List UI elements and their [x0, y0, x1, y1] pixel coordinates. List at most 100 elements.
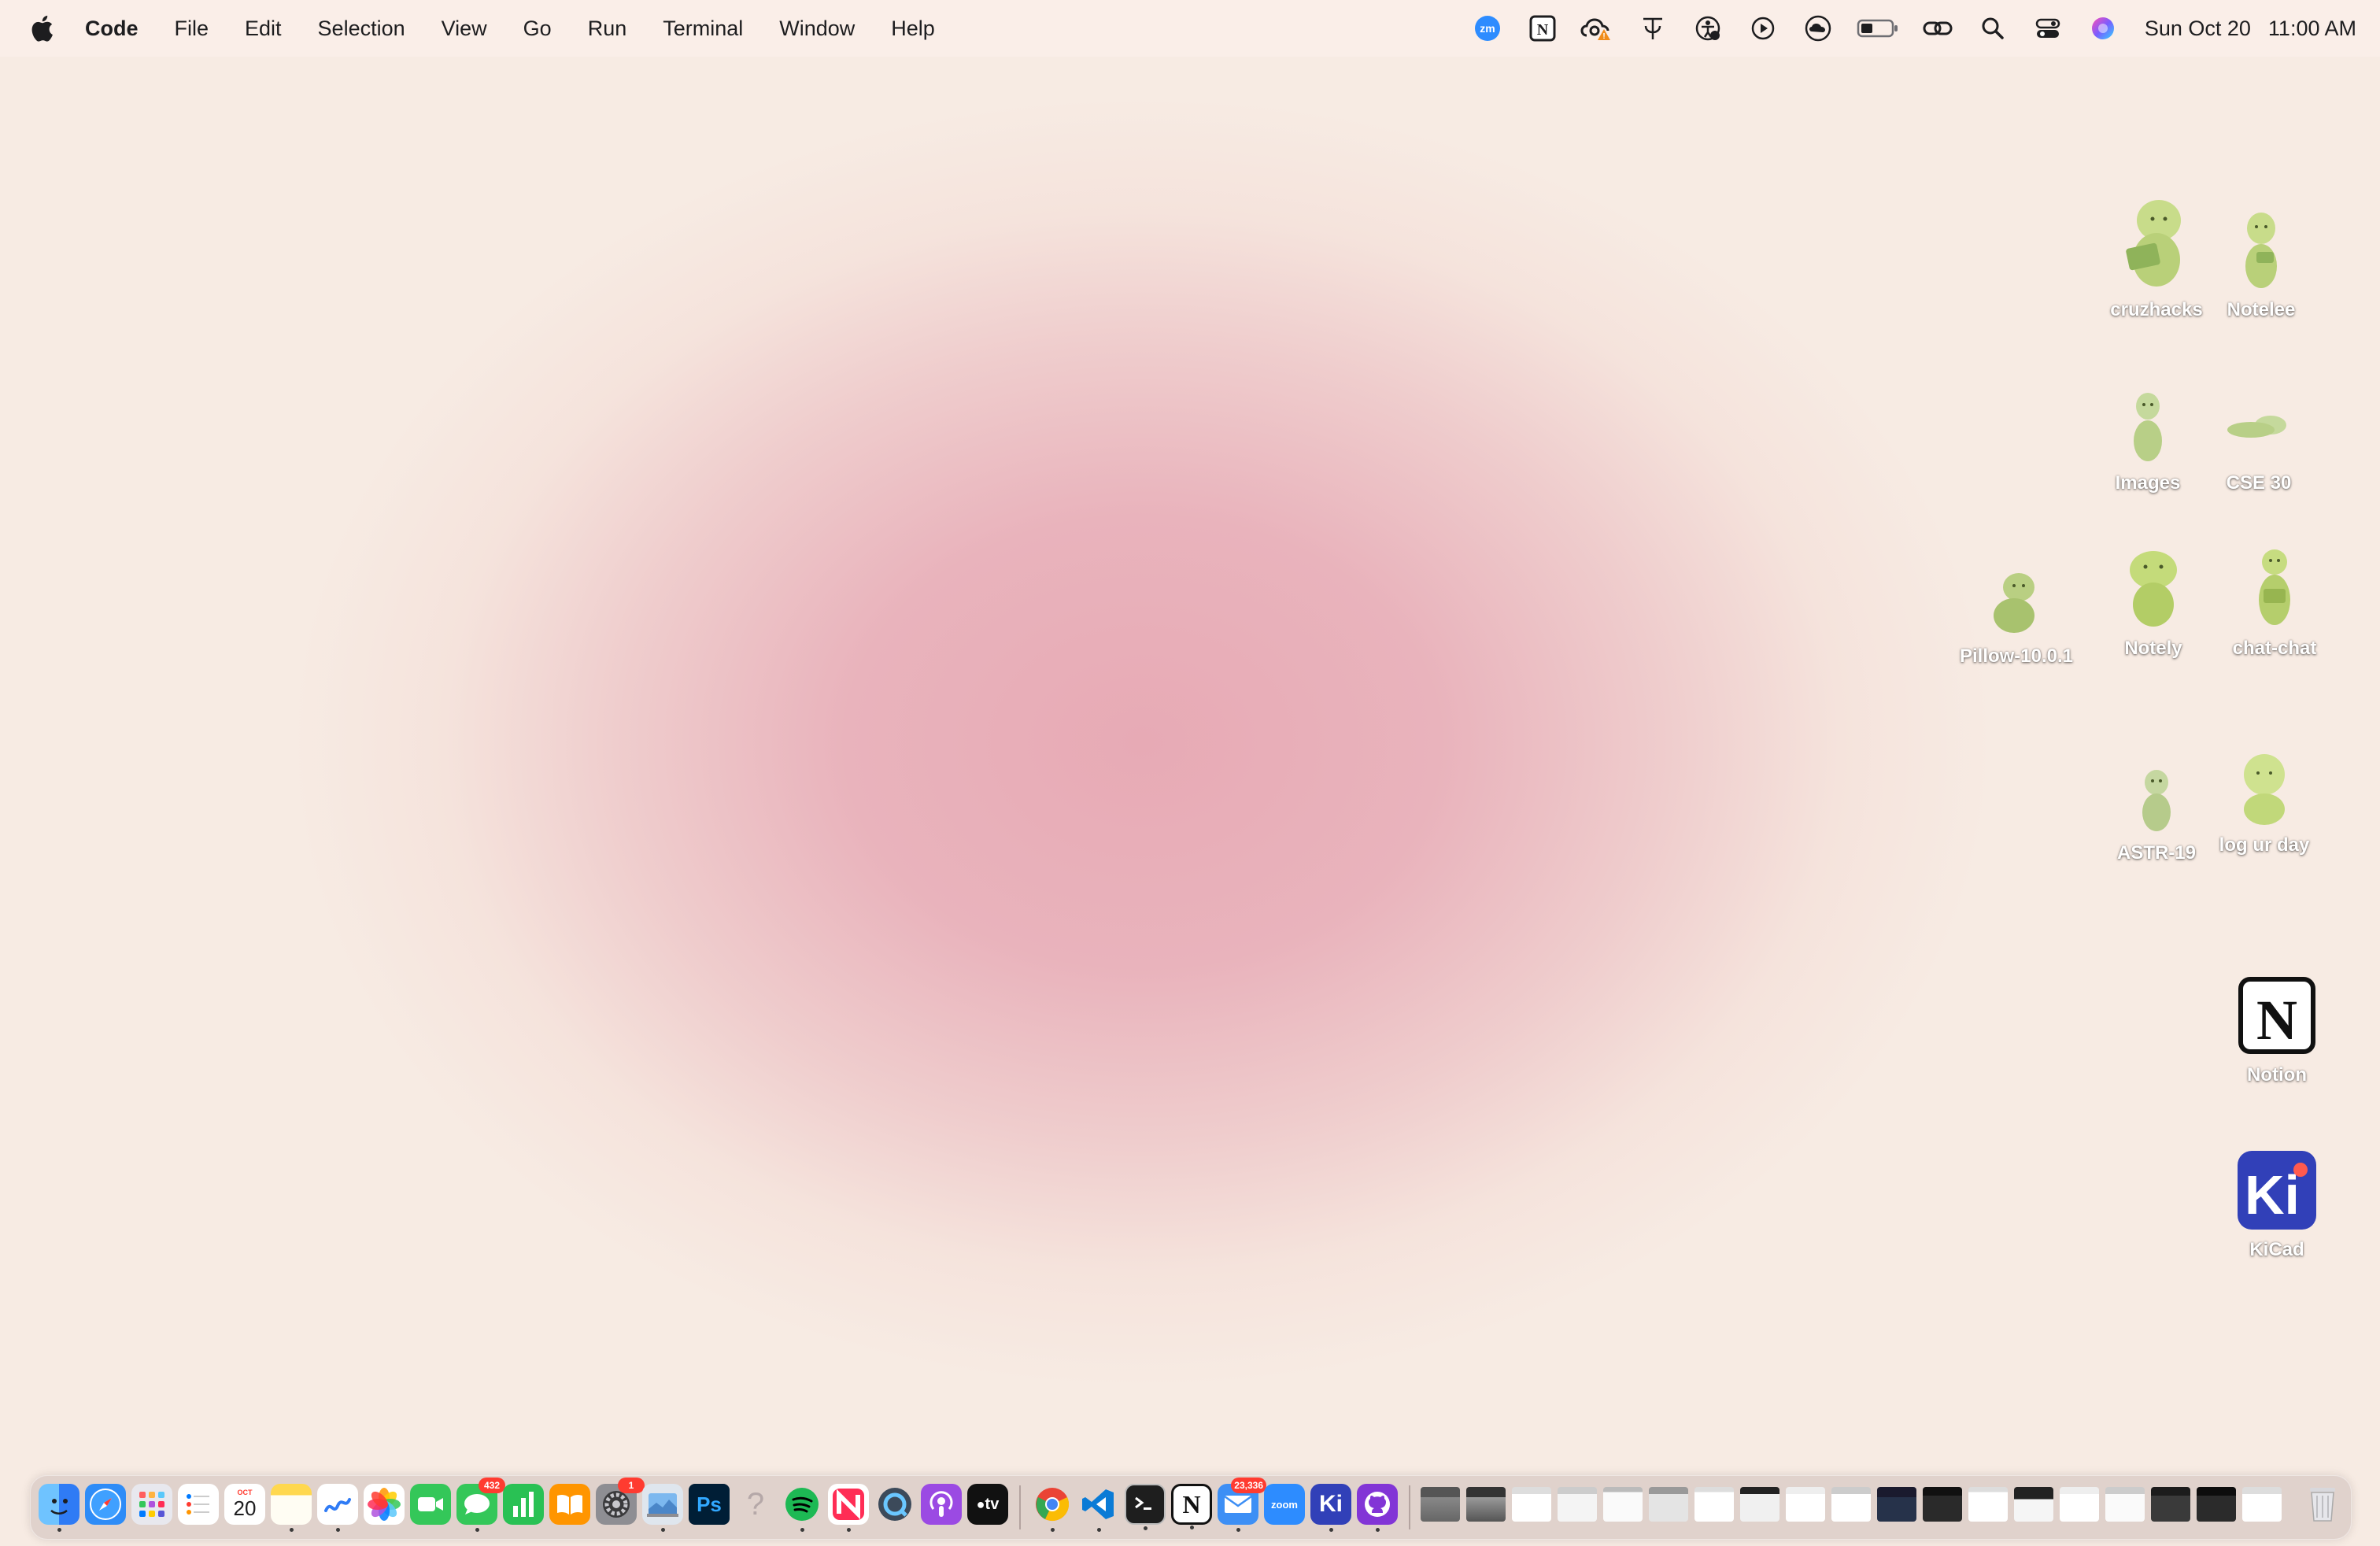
dock-podcasts-icon[interactable]	[921, 1484, 962, 1525]
dock-separator	[1409, 1485, 1410, 1529]
svg-text:zm: zm	[1480, 22, 1495, 35]
control-center-icon[interactable]	[2031, 11, 2065, 46]
desktop-folder-cse30[interactable]: CSE 30	[2196, 370, 2322, 494]
figurine-folder-icon	[2109, 197, 2204, 291]
desktop-icon-label: CSE 30	[2226, 472, 2292, 494]
menu-view[interactable]: View	[423, 0, 505, 57]
desktop-folder-log-ur-day[interactable]: log ur day	[2201, 732, 2327, 856]
figurine-folder-icon	[2212, 370, 2306, 464]
dock-minimized-window[interactable]	[2060, 1487, 2099, 1522]
zoom-icon[interactable]: zm	[1470, 11, 1505, 46]
dock-notion-icon[interactable]: N	[1171, 1484, 1212, 1529]
menu-app-name[interactable]: Code	[80, 0, 157, 57]
running-indicator	[57, 1528, 61, 1532]
menu-help[interactable]: Help	[873, 0, 953, 57]
dock-minimized-window[interactable]	[2105, 1487, 2145, 1522]
apple-menu-icon[interactable]	[28, 13, 55, 43]
cloud-icon[interactable]	[1801, 11, 1835, 46]
kicad-icon: Ki	[2230, 1137, 2324, 1231]
dock-photos-icon[interactable]	[364, 1484, 405, 1525]
menubar-time: 11:00 AM	[2267, 16, 2356, 40]
dock-minimized-window[interactable]	[1421, 1487, 1460, 1522]
play-icon[interactable]	[1746, 11, 1780, 46]
dock-minimized-window[interactable]	[1649, 1487, 1688, 1522]
dock-minimized-window[interactable]	[1694, 1487, 1734, 1522]
dock-calendar-icon[interactable]: OCT 20	[224, 1484, 265, 1525]
dock-notes-icon[interactable]	[271, 1484, 312, 1532]
desktop-folder-images[interactable]: Images	[2085, 370, 2211, 494]
dock-zoom-icon[interactable]: zoom	[1264, 1484, 1305, 1525]
desktop-app-kicad[interactable]: Ki KiCad	[2214, 1137, 2340, 1261]
dock-trash-icon[interactable]	[2302, 1484, 2343, 1525]
menu-terminal[interactable]: Terminal	[645, 0, 761, 57]
dock-vscode-icon[interactable]	[1078, 1484, 1119, 1532]
dock-mail-icon[interactable]: 23,336	[1218, 1478, 1266, 1532]
menu-file[interactable]: File	[157, 0, 227, 57]
desktop-icon-label: Images	[2115, 472, 2181, 494]
desktop-folder-notelee[interactable]: Notelee	[2198, 197, 2324, 321]
dock-minimized-window[interactable]	[1968, 1487, 2008, 1522]
mail-badge: 23,336	[1231, 1478, 1266, 1493]
link-icon[interactable]	[1920, 11, 1955, 46]
appletv-logo-icon: ●	[976, 1496, 985, 1512]
text-tool-icon[interactable]	[1635, 11, 1670, 46]
menu-selection[interactable]: Selection	[300, 0, 423, 57]
dock-help-icon[interactable]: ?	[735, 1484, 776, 1525]
dock-terminal-icon[interactable]	[1125, 1484, 1166, 1530]
desktop-folder-astr19[interactable]: ASTR-19	[2094, 740, 2219, 864]
accessibility-icon[interactable]	[1691, 11, 1725, 46]
desktop-icon-label: Pillow-10.0.1	[1959, 645, 2074, 667]
dock-minimized-window[interactable]	[1740, 1487, 1779, 1522]
menu-window[interactable]: Window	[761, 0, 873, 57]
dock-system-settings-icon[interactable]: 1	[596, 1478, 645, 1525]
dock-books-icon[interactable]	[549, 1484, 590, 1525]
dock-numbers-icon[interactable]	[503, 1484, 544, 1525]
calendar-day: 20	[233, 1496, 257, 1520]
menu-run[interactable]: Run	[570, 0, 645, 57]
dock-minimized-window[interactable]	[1877, 1487, 1916, 1522]
battery-icon[interactable]	[1856, 11, 1900, 46]
figurine-folder-icon	[2227, 535, 2322, 630]
status-area: zm N ! Sun Oct 20 11:00 AM	[1460, 0, 2356, 57]
dock-spotify-icon[interactable]	[782, 1484, 822, 1532]
dock-appletv-icon[interactable]: ● tv	[967, 1484, 1008, 1525]
dock-messages-icon[interactable]: 432	[456, 1478, 505, 1532]
dock-minimized-window[interactable]	[1466, 1487, 1506, 1522]
svg-text:N: N	[2256, 989, 2297, 1052]
dock-github-desktop-icon[interactable]	[1357, 1484, 1398, 1532]
search-icon[interactable]	[1975, 11, 2010, 46]
menu-go[interactable]: Go	[505, 0, 570, 57]
dock-finder-icon[interactable]	[39, 1484, 79, 1532]
menu-edit[interactable]: Edit	[227, 0, 300, 57]
creative-cloud-icon[interactable]: !	[1580, 11, 1615, 46]
siri-icon[interactable]	[2086, 11, 2120, 46]
desktop-folder-chat-chat[interactable]: chat-chat	[2212, 535, 2338, 660]
dock-minimized-window[interactable]	[1558, 1487, 1597, 1522]
dock-quicktime-icon[interactable]	[874, 1484, 915, 1525]
dock-minimized-window[interactable]	[1831, 1487, 1871, 1522]
menubar-clock[interactable]: Sun Oct 20 11:00 AM	[2145, 17, 2356, 41]
dock-kicad-icon[interactable]: Ki	[1310, 1484, 1351, 1532]
dock-minimized-window[interactable]	[1923, 1487, 1962, 1522]
dock-preview-icon[interactable]	[642, 1484, 683, 1532]
dock-safari-icon[interactable]	[85, 1484, 126, 1525]
dock-minimized-window[interactable]	[2197, 1487, 2236, 1522]
desktop-app-notion[interactable]: N Notion	[2214, 962, 2340, 1086]
dock-chrome-icon[interactable]	[1032, 1484, 1073, 1532]
desktop-folder-pillow[interactable]: Pillow-10.0.1	[1953, 543, 2079, 668]
dock-minimized-window[interactable]	[1603, 1487, 1643, 1522]
dock-minimized-window[interactable]	[2014, 1487, 2053, 1522]
dock-minimized-window[interactable]	[2242, 1487, 2282, 1522]
notion-icon[interactable]: N	[1525, 11, 1560, 46]
dock-freeform-icon[interactable]	[317, 1484, 358, 1532]
desktop-icon-label: Notion	[2247, 1064, 2307, 1086]
dock-minimized-window[interactable]	[1512, 1487, 1551, 1522]
dock-launchpad-icon[interactable]	[131, 1484, 172, 1525]
desktop-folder-notely[interactable]: Notely	[2090, 535, 2216, 660]
dock-minimized-window[interactable]	[2151, 1487, 2190, 1522]
dock-news-icon[interactable]	[828, 1484, 869, 1532]
dock-minimized-window[interactable]	[1786, 1487, 1825, 1522]
dock-facetime-icon[interactable]	[410, 1484, 451, 1525]
dock-reminders-icon[interactable]	[178, 1484, 219, 1525]
dock-photoshop-icon[interactable]: Ps	[689, 1484, 730, 1525]
